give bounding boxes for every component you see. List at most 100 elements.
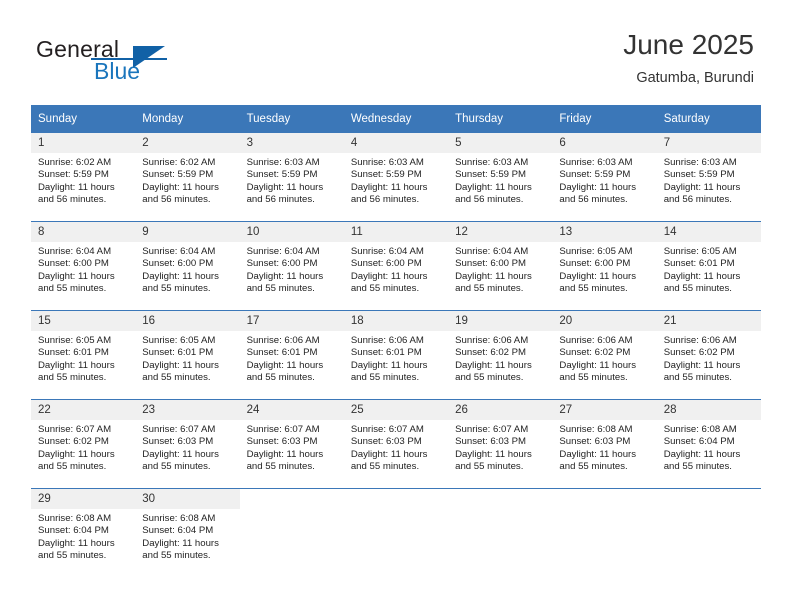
daylight-text: Daylight: 11 hours and 55 minutes. xyxy=(663,270,741,295)
calendar-day-cell[interactable]: 10 Sunrise: 6:04 AM Sunset: 6:00 PM Dayligh… xyxy=(239,222,344,310)
daylight-text: Daylight: 11 hours and 55 minutes. xyxy=(38,537,115,562)
day-number: 9 xyxy=(135,222,240,242)
day-number xyxy=(343,489,449,509)
brand-logo[interactable]: General Blue xyxy=(36,36,276,90)
calendar-cell xyxy=(656,488,761,577)
calendar-day-cell[interactable]: 28 Sunrise: 6:08 AM Sunset: 6:04 PM Dayligh… xyxy=(656,400,761,488)
daylight-text: Daylight: 11 hours and 56 minutes. xyxy=(350,181,428,206)
calendar-day-cell[interactable]: 18 Sunrise: 6:06 AM Sunset: 6:01 PM Dayligh… xyxy=(343,311,449,399)
day-number: 7 xyxy=(656,133,761,153)
calendar-day-cell[interactable]: 21 Sunrise: 6:06 AM Sunset: 6:02 PM Dayligh… xyxy=(656,311,761,399)
daylight-text: Daylight: 11 hours and 56 minutes. xyxy=(246,181,324,206)
calendar-day-cell[interactable]: 8 Sunrise: 6:04 AM Sunset: 6:00 PM Daylight… xyxy=(31,222,136,310)
day-info: Sunrise: 6:02 AM Sunset: 5:59 PM Daylight:… xyxy=(135,153,239,207)
day-number: 30 xyxy=(135,489,240,509)
sunset-text: Sunset: 6:03 PM xyxy=(350,436,422,448)
calendar-day-cell[interactable]: 13 Sunrise: 6:05 AM Sunset: 6:00 PM Dayligh… xyxy=(552,222,657,310)
calendar-week-row: 8 Sunrise: 6:04 AM Sunset: 6:00 PM Daylight… xyxy=(31,221,761,311)
calendar-day-cell[interactable]: 22 Sunrise: 6:07 AM Sunset: 6:02 PM Dayligh… xyxy=(31,400,136,488)
title-block: June 2025 Gatumba, Burundi xyxy=(623,28,754,88)
sunset-text: Sunset: 6:00 PM xyxy=(350,258,422,270)
calendar-day-cell[interactable]: 27 Sunrise: 6:08 AM Sunset: 6:03 PM Dayligh… xyxy=(552,400,657,488)
calendar-cell xyxy=(239,488,344,577)
calendar-day-cell[interactable]: 14 Sunrise: 6:05 AM Sunset: 6:01 PM Dayligh… xyxy=(656,222,761,310)
sunrise-text: Sunrise: 6:08 AM xyxy=(38,513,112,524)
daylight-text: Daylight: 11 hours and 55 minutes. xyxy=(38,359,115,384)
calendar-day-cell[interactable]: 20 Sunrise: 6:06 AM Sunset: 6:02 PM Dayligh… xyxy=(552,311,657,399)
sunset-text: Sunset: 6:01 PM xyxy=(38,347,109,359)
sunset-text: Sunset: 6:04 PM xyxy=(142,525,214,537)
calendar-day-cell[interactable]: 4 Sunrise: 6:03 AM Sunset: 5:59 PM Daylight… xyxy=(343,133,449,221)
calendar-cell: 16 Sunrise: 6:05 AM Sunset: 6:01 PM Dayligh… xyxy=(135,310,240,400)
day-number: 28 xyxy=(656,400,761,420)
sunset-text: Sunset: 5:59 PM xyxy=(559,169,631,181)
day-number xyxy=(239,489,344,509)
calendar-cell: 19 Sunrise: 6:06 AM Sunset: 6:02 PM Dayligh… xyxy=(448,310,553,400)
daylight-text: Daylight: 11 hours and 55 minutes. xyxy=(350,359,428,384)
calendar-day-cell[interactable]: 23 Sunrise: 6:07 AM Sunset: 6:03 PM Dayligh… xyxy=(135,400,240,488)
daylight-text: Daylight: 11 hours and 55 minutes. xyxy=(559,270,637,295)
calendar-day-cell[interactable]: 11 Sunrise: 6:04 AM Sunset: 6:00 PM Dayligh… xyxy=(343,222,449,310)
calendar-day-cell[interactable]: 17 Sunrise: 6:06 AM Sunset: 6:01 PM Dayligh… xyxy=(239,311,344,399)
sunrise-text: Sunrise: 6:02 AM xyxy=(142,157,216,168)
day-number xyxy=(656,489,761,509)
calendar-day-cell[interactable]: 24 Sunrise: 6:07 AM Sunset: 6:03 PM Dayligh… xyxy=(239,400,344,488)
day-number: 23 xyxy=(135,400,240,420)
sunset-text: Sunset: 6:03 PM xyxy=(455,436,527,448)
day-info: Sunrise: 6:07 AM Sunset: 6:03 PM Daylight:… xyxy=(135,420,239,474)
sunset-text: Sunset: 6:01 PM xyxy=(246,347,318,359)
calendar-day-cell[interactable]: 19 Sunrise: 6:06 AM Sunset: 6:02 PM Dayligh… xyxy=(448,311,553,399)
calendar-day-cell[interactable]: 1 Sunrise: 6:02 AM Sunset: 5:59 PM Daylight… xyxy=(31,133,136,221)
day-number: 13 xyxy=(552,222,657,242)
sunrise-sunset-calendar: Sunday Monday Tuesday Wednesday Thursday… xyxy=(31,105,761,577)
day-number: 24 xyxy=(239,400,344,420)
calendar-day-cell[interactable]: 9 Sunrise: 6:04 AM Sunset: 6:00 PM Daylight… xyxy=(135,222,240,310)
day-info: Sunrise: 6:06 AM Sunset: 6:01 PM Daylight:… xyxy=(240,331,344,385)
day-info: Sunrise: 6:04 AM Sunset: 6:00 PM Daylight:… xyxy=(240,242,344,296)
calendar-day-cell[interactable]: 2 Sunrise: 6:02 AM Sunset: 5:59 PM Daylight… xyxy=(135,133,240,221)
calendar-day-cell[interactable]: 6 Sunrise: 6:03 AM Sunset: 5:59 PM Daylight… xyxy=(552,133,657,221)
day-info: Sunrise: 6:04 AM Sunset: 6:00 PM Daylight:… xyxy=(448,242,552,296)
daylight-text: Daylight: 11 hours and 56 minutes. xyxy=(663,181,741,206)
sunset-text: Sunset: 5:59 PM xyxy=(350,169,422,181)
day-info: Sunrise: 6:05 AM Sunset: 6:01 PM Daylight:… xyxy=(31,331,135,385)
sunset-text: Sunset: 6:00 PM xyxy=(38,258,109,270)
calendar-day-cell[interactable]: 5 Sunrise: 6:03 AM Sunset: 5:59 PM Daylight… xyxy=(448,133,553,221)
day-number: 22 xyxy=(31,400,136,420)
sunrise-text: Sunrise: 6:03 AM xyxy=(350,157,424,168)
sunrise-text: Sunrise: 6:06 AM xyxy=(246,335,320,346)
calendar-day-cell[interactable]: 25 Sunrise: 6:07 AM Sunset: 6:03 PM Dayligh… xyxy=(343,400,449,488)
day-number: 25 xyxy=(343,400,449,420)
sunset-text: Sunset: 6:03 PM xyxy=(142,436,214,448)
sunrise-text: Sunrise: 6:03 AM xyxy=(246,157,320,168)
calendar-cell: 29 Sunrise: 6:08 AM Sunset: 6:04 PM Dayligh… xyxy=(31,488,136,577)
sunset-text: Sunset: 6:00 PM xyxy=(455,258,527,270)
calendar-day-cell[interactable]: 16 Sunrise: 6:05 AM Sunset: 6:01 PM Dayligh… xyxy=(135,311,240,399)
sunset-text: Sunset: 6:04 PM xyxy=(38,525,109,537)
sunrise-text: Sunrise: 6:04 AM xyxy=(455,246,529,257)
weekday-header-thursday: Thursday xyxy=(448,105,553,133)
day-number: 16 xyxy=(135,311,240,331)
sunset-text: Sunset: 6:00 PM xyxy=(142,258,214,270)
calendar-day-cell[interactable]: 26 Sunrise: 6:07 AM Sunset: 6:03 PM Dayligh… xyxy=(448,400,553,488)
calendar-day-cell[interactable]: 3 Sunrise: 6:03 AM Sunset: 5:59 PM Daylight… xyxy=(239,133,344,221)
calendar-day-cell[interactable]: 30 Sunrise: 6:08 AM Sunset: 6:04 PM Dayligh… xyxy=(135,489,240,577)
daylight-text: Daylight: 11 hours and 55 minutes. xyxy=(455,270,532,295)
sunset-text: Sunset: 5:59 PM xyxy=(663,169,735,181)
daylight-text: Daylight: 11 hours and 55 minutes. xyxy=(350,270,428,295)
daylight-text: Daylight: 11 hours and 55 minutes. xyxy=(663,359,741,384)
calendar-day-cell[interactable]: 29 Sunrise: 6:08 AM Sunset: 6:04 PM Dayligh… xyxy=(31,489,136,577)
calendar-cell: 8 Sunrise: 6:04 AM Sunset: 6:00 PM Daylight… xyxy=(31,221,136,311)
sunset-text: Sunset: 6:02 PM xyxy=(455,347,527,359)
daylight-text: Daylight: 11 hours and 56 minutes. xyxy=(455,181,532,206)
calendar-day-cell[interactable]: 12 Sunrise: 6:04 AM Sunset: 6:00 PM Dayligh… xyxy=(448,222,553,310)
daylight-text: Daylight: 11 hours and 55 minutes. xyxy=(246,359,324,384)
sunrise-text: Sunrise: 6:08 AM xyxy=(142,513,216,524)
calendar-day-cell[interactable]: 15 Sunrise: 6:05 AM Sunset: 6:01 PM Dayligh… xyxy=(31,311,136,399)
weekday-header-saturday: Saturday xyxy=(656,105,761,133)
calendar-cell: 13 Sunrise: 6:05 AM Sunset: 6:00 PM Dayligh… xyxy=(552,221,657,311)
day-info: Sunrise: 6:05 AM Sunset: 6:01 PM Daylight:… xyxy=(135,331,239,385)
sunrise-text: Sunrise: 6:06 AM xyxy=(559,335,633,346)
calendar-cell: 18 Sunrise: 6:06 AM Sunset: 6:01 PM Dayligh… xyxy=(343,310,449,400)
calendar-day-cell[interactable]: 7 Sunrise: 6:03 AM Sunset: 5:59 PM Daylight… xyxy=(656,133,761,221)
